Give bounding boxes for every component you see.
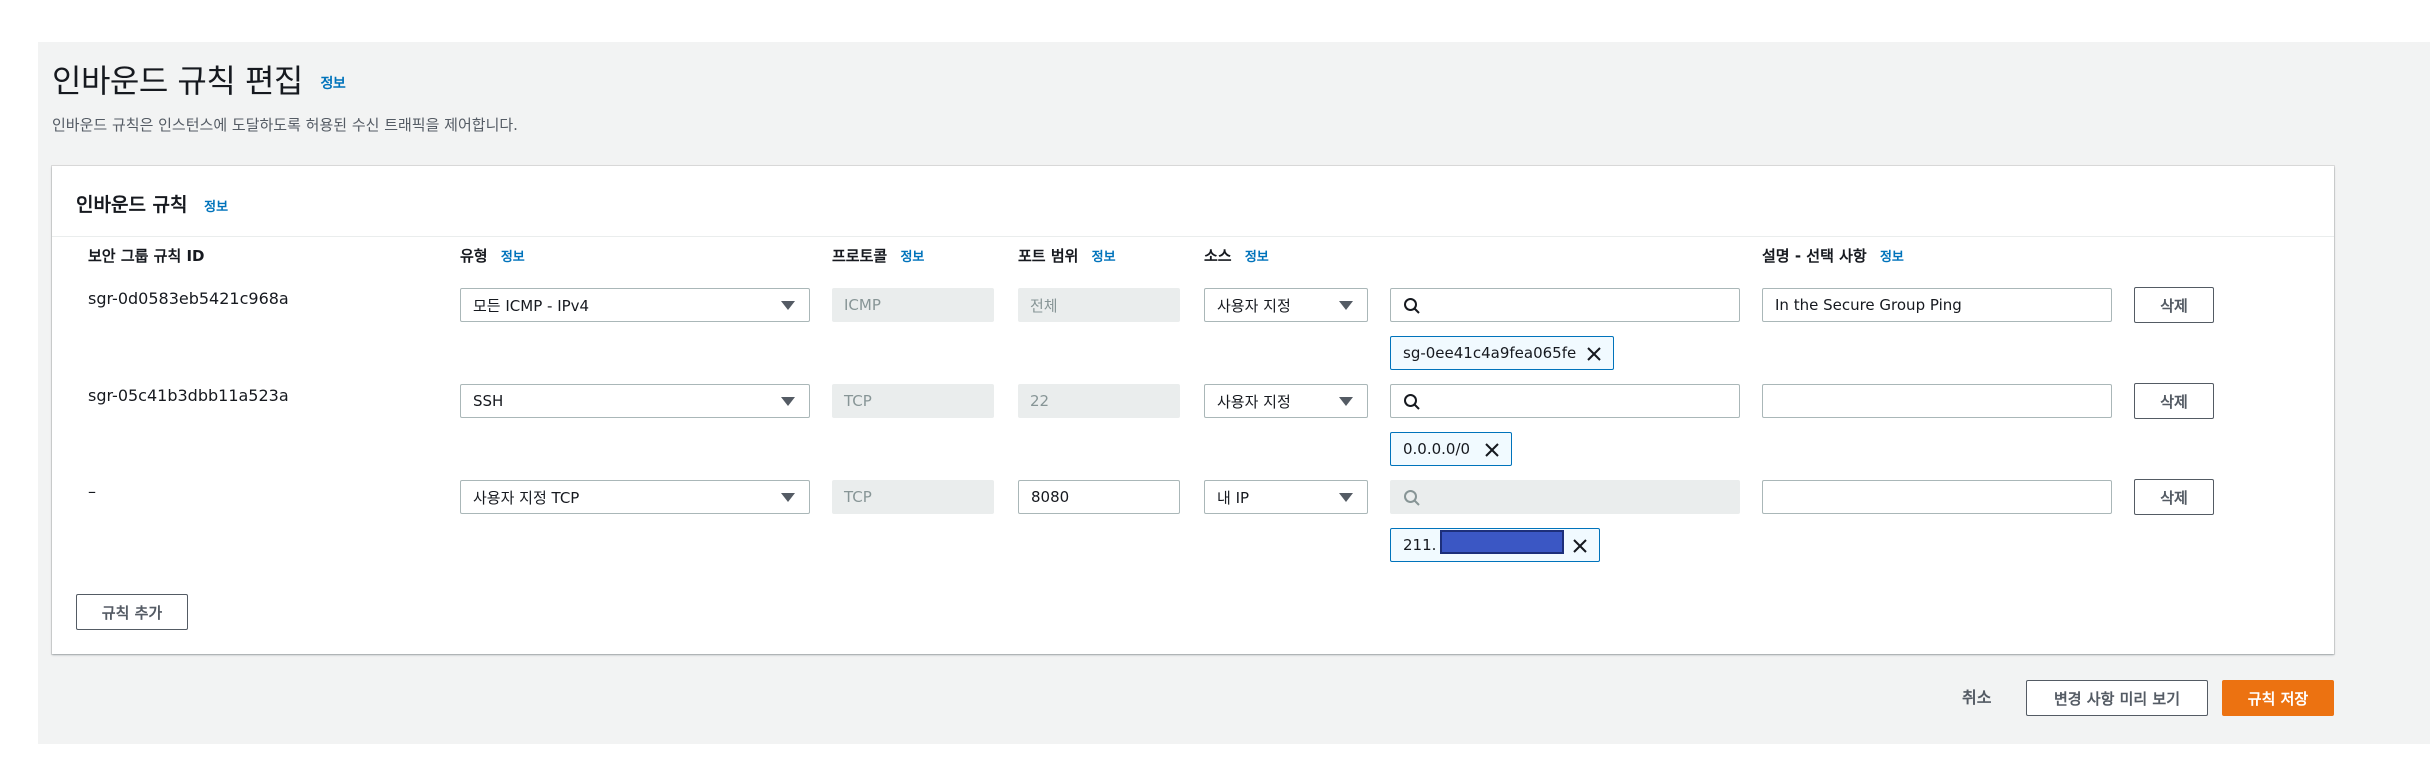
caret-down-icon <box>781 397 795 406</box>
rule-id: sgr-05c41b3dbb11a523a <box>88 386 289 405</box>
delete-rule-button[interactable]: 삭제 <box>2134 287 2214 323</box>
page-subtitle: 인바운드 규칙은 인스턴스에 도달하도록 허용된 수신 트래픽을 제어합니다. <box>52 116 518 134</box>
cancel-button[interactable]: 취소 <box>1962 684 1991 708</box>
caret-down-icon <box>1339 397 1353 406</box>
column-header-rule-id: 보안 그룹 규칙 ID <box>88 247 205 265</box>
source-token-label: sg-0ee41c4a9fea065fe <box>1403 344 1577 362</box>
panel-title: 인바운드 규칙 정보 <box>76 194 229 216</box>
protocol-field: ICMP <box>832 288 994 322</box>
type-select[interactable]: SSH <box>460 384 810 418</box>
page-title: 인바운드 규칙 편집 정보 <box>52 62 346 100</box>
caret-down-icon <box>781 301 795 310</box>
column-header-description: 설명 - 선택 사항 정보 <box>1762 247 1904 265</box>
source-type-select[interactable]: 내 IP <box>1204 480 1368 514</box>
source-token-label: 0.0.0.0/0 <box>1403 440 1471 458</box>
column-header-type: 유형 정보 <box>460 247 525 265</box>
source-token-label: 211. <box>1403 536 1437 554</box>
delete-rule-button[interactable]: 삭제 <box>2134 383 2214 419</box>
column-header-port-range: 포트 범위 정보 <box>1018 247 1116 265</box>
port-range-value: 8080 <box>1031 488 1070 506</box>
preview-changes-button[interactable]: 변경 사항 미리 보기 <box>2026 680 2208 716</box>
source-search-input <box>1390 480 1740 514</box>
close-icon[interactable] <box>1585 345 1603 363</box>
panel-info-link[interactable]: 정보 <box>204 200 228 215</box>
rule-id: – <box>88 482 96 501</box>
type-info-link[interactable]: 정보 <box>501 250 525 265</box>
description-info-link[interactable]: 정보 <box>1880 250 1904 265</box>
source-type-value: 내 IP <box>1217 488 1250 507</box>
page-title-info-link[interactable]: 정보 <box>321 76 346 92</box>
caret-down-icon <box>1339 493 1353 502</box>
protocol-info-link[interactable]: 정보 <box>900 250 924 265</box>
redaction-block <box>1440 530 1564 554</box>
rule-id: sgr-0d0583eb5421c968a <box>88 289 289 308</box>
type-select[interactable]: 모든 ICMP - IPv4 <box>460 288 810 322</box>
source-type-value: 사용자 지정 <box>1217 392 1291 411</box>
description-input[interactable] <box>1762 384 2112 418</box>
caret-down-icon <box>781 493 795 502</box>
protocol-field: TCP <box>832 384 994 418</box>
type-select-value: 사용자 지정 TCP <box>473 488 580 507</box>
type-select-value: SSH <box>473 392 504 410</box>
description-input[interactable]: In the Secure Group Ping <box>1762 288 2112 322</box>
close-icon[interactable] <box>1483 441 1501 459</box>
port-range-field: 22 <box>1018 384 1180 418</box>
search-icon <box>1404 394 1420 410</box>
source-type-select[interactable]: 사용자 지정 <box>1204 288 1368 322</box>
delete-rule-button[interactable]: 삭제 <box>2134 479 2214 515</box>
port-range-field: 전체 <box>1018 288 1180 322</box>
search-icon <box>1404 298 1420 314</box>
protocol-field: TCP <box>832 480 994 514</box>
column-header-protocol: 프로토콜 정보 <box>832 247 925 265</box>
description-value: In the Secure Group Ping <box>1775 296 1962 314</box>
source-token: 0.0.0.0/0 <box>1390 432 1512 466</box>
column-header-source: 소스 정보 <box>1204 247 1269 265</box>
add-rule-button[interactable]: 규칙 추가 <box>76 594 188 630</box>
close-icon[interactable] <box>1571 537 1589 555</box>
panel-header: 인바운드 규칙 정보 <box>52 166 2334 237</box>
source-search-input[interactable] <box>1390 288 1740 322</box>
source-type-value: 사용자 지정 <box>1217 296 1291 315</box>
description-input[interactable] <box>1762 480 2112 514</box>
type-select[interactable]: 사용자 지정 TCP <box>460 480 810 514</box>
type-select-value: 모든 ICMP - IPv4 <box>473 296 590 315</box>
source-token: sg-0ee41c4a9fea065fe <box>1390 336 1614 370</box>
save-rules-button[interactable]: 규칙 저장 <box>2222 680 2334 716</box>
source-info-link[interactable]: 정보 <box>1245 250 1269 265</box>
port-range-info-link[interactable]: 정보 <box>1092 250 1116 265</box>
source-search-input[interactable] <box>1390 384 1740 418</box>
port-range-input[interactable]: 8080 <box>1018 480 1180 514</box>
search-icon <box>1404 490 1420 506</box>
source-type-select[interactable]: 사용자 지정 <box>1204 384 1368 418</box>
caret-down-icon <box>1339 301 1353 310</box>
